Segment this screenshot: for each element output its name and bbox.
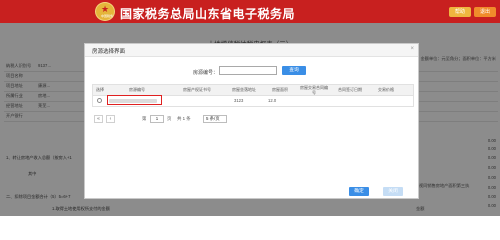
property-code-input[interactable] — [219, 66, 277, 75]
dialog-title: 房源选择界面 — [92, 49, 126, 55]
col-area: 房屋面积 — [272, 87, 288, 92]
first-page-icon[interactable]: « — [94, 115, 103, 123]
search-label: 房源编号： — [193, 70, 219, 76]
dialog-titlebar: 房源选择界面 × — [85, 44, 418, 57]
exit-button[interactable]: 退出 — [474, 7, 496, 17]
col-price: 交易价格 — [378, 87, 394, 92]
col-contract-date: 合同签订日期 — [338, 87, 362, 92]
row-select-radio[interactable] — [97, 98, 102, 103]
site-title: 国家税务总局山东省电子税务局 — [120, 7, 296, 21]
col-cert-number: 房屋产权证书号 — [183, 87, 211, 92]
col-property-code: 房源编号 — [129, 87, 145, 92]
col-address: 房屋坐落地址 — [232, 87, 256, 92]
col-contract-number: 房屋交易合同编号 — [300, 85, 328, 95]
col-select: 选择 — [96, 87, 104, 92]
help-button[interactable]: 帮助 — [449, 7, 471, 17]
total-count: 共 1 条 — [177, 116, 191, 121]
close-button[interactable]: 关闭 — [383, 187, 403, 196]
property-select-dialog: 房源选择界面 × 房源编号： 查询 选择 房源编号 房屋产权证书号 房屋坐落地址… — [84, 43, 419, 199]
confirm-button[interactable]: 确定 — [349, 187, 369, 196]
page-suffix: 页 — [167, 116, 172, 121]
emblem-text: 中国税务 — [100, 14, 113, 18]
page-size-select[interactable]: 5 条/页 — [203, 115, 227, 123]
query-button[interactable]: 查询 — [282, 66, 306, 75]
close-icon[interactable]: × — [410, 46, 414, 52]
site-header: ★ 中国税务 国家税务总局山东省电子税务局 帮助 退出 — [0, 0, 500, 23]
page-number-input[interactable]: 1 — [150, 115, 164, 123]
address-cell: 3123 — [234, 98, 244, 103]
pagination: « ‹ 第 1 页 共 1 条 5 条/页 — [92, 113, 414, 125]
area-cell: 12.0 — [268, 98, 277, 103]
highlight-box — [107, 95, 162, 105]
page-prefix: 第 — [142, 116, 147, 121]
prev-page-icon[interactable]: ‹ — [106, 115, 115, 123]
tax-emblem-icon: ★ — [95, 2, 115, 21]
